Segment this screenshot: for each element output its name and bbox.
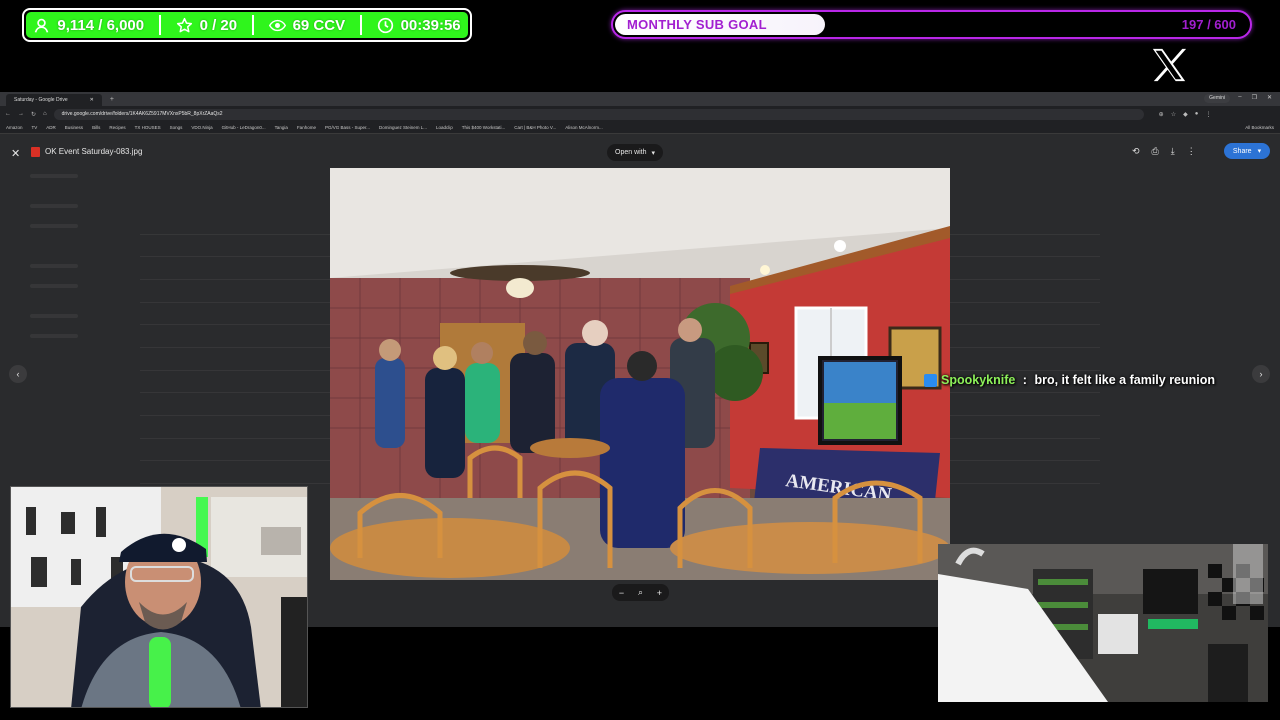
url-text: drive.google.com/drive/folders/1K4AK6Z59… — [61, 111, 223, 117]
viewers-stat: 69 CCV — [268, 16, 346, 34]
back-icon[interactable]: ← — [5, 111, 11, 117]
uptime-stat: 00:39:56 — [377, 17, 461, 34]
download-icon[interactable]: ⤓ — [1171, 146, 1175, 157]
person-icon — [35, 18, 49, 33]
print-icon[interactable]: ⎙ — [1152, 146, 1159, 157]
url-input[interactable]: drive.google.com/drive/folders/1K4AK6Z59… — [53, 108, 1144, 120]
menu-icon[interactable]: ⋮ — [1205, 111, 1211, 118]
extensions-icon[interactable]: ◆ — [1183, 111, 1188, 118]
viewers-value: 69 CCV — [292, 16, 346, 34]
uptime-value: 00:39:56 — [400, 16, 461, 34]
next-file-button[interactable]: › — [1252, 365, 1270, 383]
bookmark-item[interactable]: VDO.Ninja — [191, 125, 212, 130]
stats-divider — [359, 15, 362, 35]
gemini-button[interactable]: Gemini — [1204, 94, 1230, 103]
sub-goal-count: 197 / 600 — [1181, 17, 1236, 32]
magnifier-icon[interactable]: ⌕ — [638, 587, 643, 598]
zoom-out-icon[interactable]: − — [619, 588, 624, 598]
window-controls: – ❐ ✕ — [1238, 94, 1272, 101]
add-shortcut-icon[interactable]: ⟲ — [1132, 146, 1140, 157]
webcam-streamer — [10, 486, 308, 708]
new-tab-icon[interactable]: + — [110, 96, 114, 103]
stream-canvas: 9,114 / 6,000 0 / 20 69 CCV 00:39:56 MON… — [0, 0, 1280, 720]
chevron-down-icon: ▾ — [651, 149, 656, 157]
open-with-label: Open with — [615, 149, 647, 156]
share-button[interactable]: Share ▾ — [1224, 143, 1270, 159]
zoom-in-icon[interactable]: + — [657, 588, 662, 598]
clock-icon — [377, 17, 393, 33]
file-name: OK Event Saturday-083.jpg — [45, 147, 143, 156]
all-bookmarks-link[interactable]: All Bookmarks — [1245, 125, 1274, 130]
zoom-icon[interactable]: ⊕ — [1159, 111, 1164, 118]
event-photo: AMERICAN LEGION — [330, 168, 950, 580]
bookmark-item[interactable]: Loadclip — [436, 125, 453, 130]
tab-title: Saturday - Google Drive — [14, 97, 68, 103]
stats-divider — [251, 15, 254, 35]
subs-value: 0 / 20 — [199, 16, 238, 34]
chevron-down-icon: ▾ — [1257, 148, 1262, 155]
bookmarks-bar: Amazon TV ADR Business Bills Recipes TX … — [0, 122, 1280, 134]
chat-badge-icon — [924, 373, 937, 387]
followers-value: 9,114 / 6,000 — [57, 16, 145, 34]
bookmark-item[interactable]: Bills — [92, 125, 100, 130]
star-icon — [176, 17, 192, 32]
bookmark-item[interactable]: Recipes — [109, 125, 125, 130]
bookmark-item[interactable]: This $400 Workstati... — [462, 125, 505, 130]
eye-icon — [268, 19, 286, 31]
stream-stats-bar: 9,114 / 6,000 0 / 20 69 CCV 00:39:56 — [22, 8, 472, 42]
reload-icon[interactable]: ↻ — [31, 111, 36, 118]
bookmark-item[interactable]: PG/VG Bass - Super... — [325, 125, 370, 130]
bookmark-star-icon[interactable]: ☆ — [1171, 111, 1176, 118]
sub-goal-title: MONTHLY SUB GOAL — [627, 17, 767, 32]
chevron-left-icon: ‹ — [16, 369, 20, 379]
stats-divider — [158, 15, 161, 35]
webcam-room — [938, 544, 1268, 702]
bookmark-item[interactable]: Amazon — [6, 125, 23, 130]
bookmark-item[interactable]: Fanhome — [297, 125, 316, 130]
x-logo-icon — [1152, 48, 1187, 82]
profile-icon[interactable]: ● — [1195, 111, 1199, 118]
previous-file-button[interactable]: ‹ — [9, 365, 27, 383]
followers-stat: 9,114 / 6,000 — [33, 17, 144, 34]
viewer-toolbar: ⟲ ⎙ ⤓ ⋮ — [1132, 146, 1196, 157]
bookmark-item[interactable]: Business — [65, 125, 83, 130]
bookmark-item[interactable]: Songs — [170, 125, 183, 130]
bookmark-item[interactable]: Alison McAlnorm... — [565, 125, 603, 130]
forward-icon[interactable]: → — [18, 111, 24, 117]
minimize-icon[interactable]: – — [1238, 94, 1241, 101]
zoom-controls: − ⌕ + — [612, 584, 669, 601]
browser-tab-bar: Saturday - Google Drive ✕ + Gemini – ❐ ✕ — [0, 92, 1280, 106]
close-tab-icon[interactable]: ✕ — [90, 97, 94, 103]
open-with-button[interactable]: Open with ▾ — [607, 144, 664, 161]
chat-separator: : — [1019, 373, 1031, 387]
chat-text: bro, it felt like a family reunion — [1034, 373, 1216, 387]
chevron-right-icon: › — [1259, 369, 1263, 379]
close-viewer-icon[interactable]: ✕ — [11, 147, 20, 160]
image-file-icon — [31, 147, 40, 157]
maximize-icon[interactable]: ❐ — [1252, 94, 1257, 101]
sub-goal-bar: MONTHLY SUB GOAL 197 / 600 — [611, 10, 1252, 39]
bookmark-item[interactable]: Dominguez Steinem L... — [379, 125, 427, 130]
address-bar-row: ← → ↻ ⌂ drive.google.com/drive/folders/1… — [0, 106, 1280, 122]
bookmark-item[interactable]: TV — [32, 125, 38, 130]
subs-stat: 0 / 20 — [176, 16, 238, 34]
bookmark-item[interactable]: ADR — [46, 125, 56, 130]
bookmark-item[interactable]: Tangia — [275, 125, 288, 130]
home-icon[interactable]: ⌂ — [43, 111, 47, 117]
close-window-icon[interactable]: ✕ — [1267, 94, 1272, 101]
share-label: Share — [1232, 147, 1252, 155]
chat-username: Spookyknife — [941, 373, 1016, 387]
more-actions-icon[interactable]: ⋮ — [1187, 146, 1196, 157]
bookmark-item[interactable]: GitHub - LeDragon0... — [222, 125, 266, 130]
bookmark-item[interactable]: TX HOUSES — [135, 125, 161, 130]
browser-tab[interactable]: Saturday - Google Drive ✕ — [6, 94, 102, 106]
chat-message: Spookyknife : bro, it felt like a family… — [924, 373, 1215, 387]
bookmark-item[interactable]: Cart | B&H Photo V... — [514, 125, 556, 130]
